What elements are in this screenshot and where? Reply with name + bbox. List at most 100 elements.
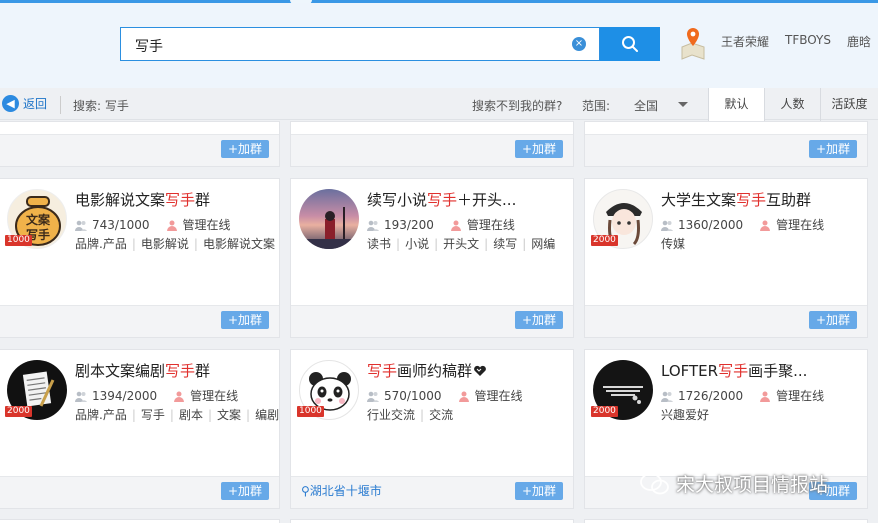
- group-stats: 1394/2000 管理在线: [75, 387, 238, 404]
- back-arrow-icon: ◀: [2, 95, 19, 112]
- avatar: [299, 189, 359, 249]
- hot-tag[interactable]: 鹿晗: [847, 33, 871, 50]
- join-group-button[interactable]: +加群: [809, 140, 857, 158]
- heart-icon: [474, 365, 486, 376]
- admin-online: 管理在线: [190, 389, 239, 403]
- card-footer: ⚲湖北省十堰市 +加群: [291, 476, 573, 508]
- admin-icon: [174, 391, 185, 402]
- group-card[interactable]: 2000 大学生文案写手互助群 1360/2000 管理在线 传媒 +加群: [584, 178, 868, 338]
- group-tags: 品牌.产品 | 写手 | 剧本 | 文案 | 编剧: [75, 408, 280, 422]
- group-avatar[interactable]: 文案 写手 1000: [5, 189, 67, 249]
- group-title[interactable]: LOFTER写手画手聚...: [661, 360, 807, 381]
- group-stats: 1726/2000 管理在线: [661, 387, 824, 404]
- card-footer: +加群: [0, 476, 279, 508]
- range-label: 范围:: [582, 99, 611, 113]
- group-title[interactable]: 剧本文案编剧写手群: [75, 360, 210, 381]
- card-footer: +加群: [585, 305, 867, 337]
- admin-icon: [760, 220, 771, 231]
- group-title[interactable]: 大学生文案写手互助群: [661, 189, 811, 210]
- group-avatar[interactable]: 2000: [591, 189, 653, 249]
- admin-icon: [450, 220, 461, 231]
- card-footer: +加群: [0, 305, 279, 337]
- not-found-link[interactable]: 搜索不到我的群?: [472, 97, 562, 114]
- search-input-value[interactable]: 写手: [135, 36, 163, 56]
- group-card[interactable]: 1000 写手画师约稿群 570/1000 管理在线 行业交流 | 交流 ⚲湖北省十…: [290, 349, 574, 509]
- group-stats: 570/1000 管理在线: [367, 387, 523, 404]
- group-title[interactable]: 写手画师约稿群: [367, 360, 487, 381]
- group-card[interactable]: 2000 剧本文案编剧写手群 1394/2000 管理在线 品牌.产品 | 写手 | 剧…: [0, 349, 280, 509]
- search-button[interactable]: [600, 27, 660, 61]
- search-icon: [622, 36, 638, 52]
- capacity-badge: 1000: [297, 406, 324, 417]
- group-tags: 传媒: [661, 237, 686, 251]
- group-card[interactable]: +加群: [290, 121, 574, 167]
- group-card[interactable]: [290, 519, 574, 523]
- group-card[interactable]: 文案 写手 1000 电影解说文案写手群 743/1000 管理在线 品牌.产品…: [0, 178, 280, 338]
- clear-icon[interactable]: ×: [572, 37, 586, 51]
- chevron-down-icon[interactable]: [678, 102, 688, 107]
- search-header: 写手 × 王者荣耀 TFBOYS 鹿晗: [0, 3, 878, 88]
- girl-illustration-icon: [299, 207, 359, 249]
- member-count: 570/1000: [384, 388, 442, 403]
- group-tags: 品牌.产品 | 电影解说 | 电影解说文案: [75, 237, 275, 251]
- tab-activity[interactable]: 活跃度: [820, 88, 878, 121]
- members-icon: [75, 220, 87, 231]
- group-avatar[interactable]: 2000: [5, 360, 67, 420]
- hot-tag[interactable]: 王者荣耀: [721, 33, 769, 50]
- group-stats: 193/200 管理在线: [367, 216, 515, 233]
- members-icon: [75, 391, 87, 402]
- admin-icon: [760, 391, 771, 402]
- group-location[interactable]: ⚲湖北省十堰市: [301, 482, 382, 499]
- range-select[interactable]: 全国: [634, 97, 658, 114]
- join-group-button[interactable]: +加群: [221, 140, 269, 158]
- admin-online: 管理在线: [776, 218, 825, 232]
- card-footer: +加群: [0, 134, 279, 166]
- group-avatar[interactable]: 2000: [591, 360, 653, 420]
- search-summary: 搜索: 写手: [73, 99, 129, 113]
- tab-members[interactable]: 人数: [764, 88, 820, 121]
- search-input[interactable]: 写手 ×: [120, 27, 600, 61]
- group-avatar[interactable]: [299, 189, 359, 249]
- group-tags: 行业交流 | 交流: [367, 408, 454, 422]
- capacity-badge: 2000: [591, 235, 618, 246]
- join-group-button[interactable]: +加群: [221, 311, 269, 329]
- hot-tag[interactable]: TFBOYS: [785, 33, 831, 50]
- group-card[interactable]: [584, 519, 868, 523]
- join-group-button[interactable]: +加群: [515, 311, 563, 329]
- join-group-button[interactable]: +加群: [515, 482, 563, 500]
- admin-online: 管理在线: [474, 389, 523, 403]
- group-title[interactable]: 电影解说文案写手群: [75, 189, 210, 210]
- members-icon: [661, 220, 673, 231]
- back-button[interactable]: ◀ 返回: [2, 95, 47, 112]
- wechat-icon: [640, 472, 669, 494]
- hot-search-tags: 王者荣耀 TFBOYS 鹿晗: [721, 33, 871, 50]
- capacity-badge: 2000: [591, 406, 618, 417]
- group-avatar[interactable]: 1000: [297, 360, 359, 420]
- avatar-text: 文案: [26, 212, 51, 227]
- group-tags: 读书 | 小说 | 开头文 | 续写 | 网编: [367, 237, 556, 251]
- divider: [60, 96, 61, 114]
- member-count: 193/200: [384, 217, 434, 232]
- join-group-button[interactable]: +加群: [809, 311, 857, 329]
- location-pin-icon: ⚲: [301, 484, 310, 498]
- admin-icon: [166, 220, 177, 231]
- card-footer: +加群: [291, 305, 573, 337]
- group-card[interactable]: [0, 519, 280, 523]
- join-group-button[interactable]: +加群: [515, 140, 563, 158]
- admin-online: 管理在线: [182, 218, 231, 232]
- capacity-badge: 2000: [5, 406, 32, 417]
- admin-online: 管理在线: [466, 218, 515, 232]
- group-stats: 743/1000 管理在线: [75, 216, 231, 233]
- group-card[interactable]: 续写小说写手＋开头... 193/200 管理在线 读书 | 小说 | 开头文 | 续写 | 网…: [290, 178, 574, 338]
- admin-icon: [458, 391, 469, 402]
- location-pin-icon[interactable]: [676, 23, 710, 61]
- join-group-button[interactable]: +加群: [221, 482, 269, 500]
- capacity-badge: 1000: [5, 235, 32, 246]
- tab-default[interactable]: 默认: [708, 88, 764, 121]
- group-tags: 兴趣爱好: [661, 408, 710, 422]
- card-footer: +加群: [291, 134, 573, 166]
- watermark-text: 宋大叔项目情报站: [676, 474, 829, 496]
- group-card[interactable]: +加群: [584, 121, 868, 167]
- group-card[interactable]: +加群: [0, 121, 280, 167]
- group-title[interactable]: 续写小说写手＋开头...: [367, 189, 516, 210]
